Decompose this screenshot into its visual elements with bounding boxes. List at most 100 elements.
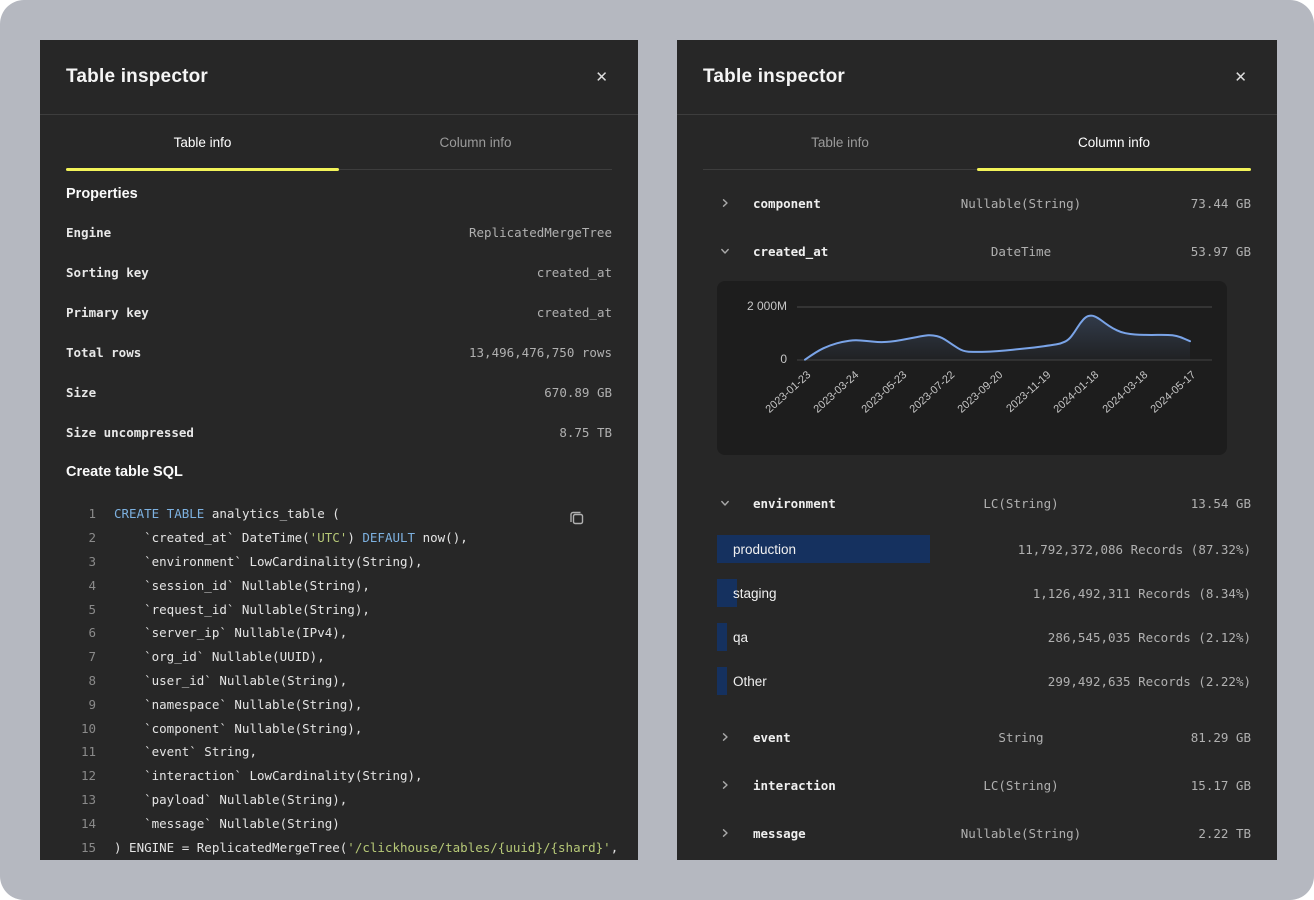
column-row-created_at[interactable]: created_atDateTime53.97 GB — [703, 227, 1251, 275]
env-value-row: qa286,545,035 Records (2.12%) — [703, 615, 1251, 659]
column-name: interaction — [753, 778, 901, 793]
line-number: 11 — [66, 744, 96, 759]
tab-table-info[interactable]: Table info — [703, 115, 977, 169]
code-line: 3 `environment` LowCardinality(String), — [66, 550, 612, 574]
code-text: CREATE TABLE analytics_table ( — [114, 506, 340, 521]
code-text: `message` Nullable(String) — [114, 816, 340, 831]
code-line: 4 `session_id` Nullable(String), — [66, 573, 612, 597]
column-row-event[interactable]: eventString81.29 GB — [703, 713, 1251, 761]
column-type: LC(String) — [901, 496, 1141, 511]
code-line: 7 `org_id` Nullable(UUID), — [66, 645, 612, 669]
column-distribution-chart: 2 000M02023-01-232023-03-242023-05-23202… — [717, 281, 1227, 455]
y-axis-label: 0 — [717, 352, 787, 366]
env-value-label: Other — [733, 674, 1048, 689]
property-label: Total rows — [66, 345, 141, 360]
tab-label: Table info — [174, 135, 232, 150]
property-row: EngineReplicatedMergeTree — [66, 212, 612, 252]
line-number: 12 — [66, 768, 96, 783]
code-line: 13 `payload` Nullable(String), — [66, 788, 612, 812]
code-text: `event` String, — [114, 744, 257, 759]
property-label: Size — [66, 385, 96, 400]
code-line: 15) ENGINE = ReplicatedMergeTree('/click… — [66, 835, 612, 859]
column-row-component[interactable]: componentNullable(String)73.44 GB — [703, 179, 1251, 227]
column-size: 15.17 GB — [1141, 778, 1251, 793]
area-chart-svg — [797, 281, 1212, 376]
code-text: `environment` LowCardinality(String), — [114, 554, 423, 569]
env-value-label: staging — [733, 586, 1033, 601]
code-text: `interaction` LowCardinality(String), — [114, 768, 423, 783]
tab-column-info[interactable]: Column info — [339, 115, 612, 169]
x-axis-label: 2024-01-18 — [1052, 369, 1102, 416]
table-info-content: Properties EngineReplicatedMergeTreeSort… — [40, 186, 638, 859]
page-background: Table inspector ✕ Table infoColumn info … — [0, 0, 1314, 900]
x-axis-label: 2023-01-23 — [763, 369, 813, 416]
chevron-right-icon[interactable] — [715, 732, 735, 742]
code-line: 14 `message` Nullable(String) — [66, 811, 612, 835]
code-token: `org_id` Nullable(UUID), — [114, 649, 325, 664]
code-text: `namespace` Nullable(String), — [114, 697, 362, 712]
panel-header: Table inspector ✕ — [40, 40, 638, 115]
code-token: `namespace` Nullable(String), — [114, 697, 362, 712]
column-row-environment[interactable]: environmentLC(String)13.54 GB — [703, 479, 1251, 527]
chevron-down-icon[interactable] — [715, 498, 735, 508]
close-button[interactable]: ✕ — [1230, 66, 1251, 89]
line-number: 13 — [66, 792, 96, 807]
column-name: environment — [753, 496, 901, 511]
env-value-bar — [717, 623, 727, 651]
column-size: 2.22 TB — [1141, 826, 1251, 841]
property-value: 670.89 GB — [544, 385, 612, 400]
env-value-row: Other299,492,635 Records (2.22%) — [703, 659, 1251, 703]
line-number: 6 — [66, 625, 96, 640]
tab-bar: Table info Column info — [703, 115, 1251, 170]
tab-label: Table info — [811, 135, 869, 150]
x-axis-label: 2023-07-22 — [908, 369, 958, 416]
table-inspector-dialog-left: Table inspector ✕ Table infoColumn info … — [40, 40, 638, 860]
tab-table-info[interactable]: Table info — [66, 115, 339, 169]
close-icon: ✕ — [595, 69, 608, 86]
chevron-right-icon[interactable] — [715, 828, 735, 838]
code-line: 1CREATE TABLE analytics_table ( — [66, 502, 612, 526]
code-token: `session_id` Nullable(String), — [114, 578, 370, 593]
column-list: componentNullable(String)73.44 GBcreated… — [677, 170, 1277, 857]
line-number: 2 — [66, 530, 96, 545]
property-value: 8.75 TB — [559, 425, 612, 440]
line-number: 14 — [66, 816, 96, 831]
property-row: Primary keycreated_at — [66, 292, 612, 332]
env-value-row: staging1,126,492,311 Records (8.34%) — [703, 571, 1251, 615]
copy-button[interactable] — [566, 508, 588, 530]
code-token: `environment` LowCardinality(String), — [114, 554, 423, 569]
column-type: Nullable(String) — [901, 196, 1141, 211]
code-text: `org_id` Nullable(UUID), — [114, 649, 325, 664]
code-token: `user_id` Nullable(String), — [114, 673, 347, 688]
copy-icon — [569, 510, 585, 526]
env-value-records: 1,126,492,311 Records (8.34%) — [1033, 586, 1251, 601]
code-token: ) — [347, 530, 362, 545]
chevron-right-icon[interactable] — [715, 780, 735, 790]
property-label: Sorting key — [66, 265, 149, 280]
column-size: 53.97 GB — [1141, 244, 1251, 259]
x-axis-label: 2023-09-20 — [956, 369, 1006, 416]
column-type: String — [901, 730, 1141, 745]
property-value: created_at — [537, 265, 612, 280]
column-name: message — [753, 826, 901, 841]
line-number: 7 — [66, 649, 96, 664]
column-row-message[interactable]: messageNullable(String)2.22 TB — [703, 809, 1251, 857]
code-token: , — [611, 840, 619, 855]
code-token: DEFAULT — [362, 530, 415, 545]
code-text: `component` Nullable(String), — [114, 721, 362, 736]
close-button[interactable]: ✕ — [591, 66, 612, 89]
x-axis-label: 2024-03-18 — [1100, 369, 1150, 416]
chevron-right-icon[interactable] — [715, 198, 735, 208]
page-title: Table inspector — [66, 66, 208, 88]
tab-column-info[interactable]: Column info — [977, 115, 1251, 169]
code-text: `user_id` Nullable(String), — [114, 673, 347, 688]
x-axis-label: 2023-05-23 — [859, 369, 909, 416]
chevron-down-icon[interactable] — [715, 246, 735, 256]
line-number: 5 — [66, 602, 96, 617]
panel-header: Table inspector ✕ — [677, 40, 1277, 115]
column-row-interaction[interactable]: interactionLC(String)15.17 GB — [703, 761, 1251, 809]
line-number: 8 — [66, 673, 96, 688]
line-number: 10 — [66, 721, 96, 736]
properties-list: EngineReplicatedMergeTree Sorting key crea… — [66, 212, 612, 452]
property-value: 13,496,476,750 rows — [469, 345, 612, 360]
